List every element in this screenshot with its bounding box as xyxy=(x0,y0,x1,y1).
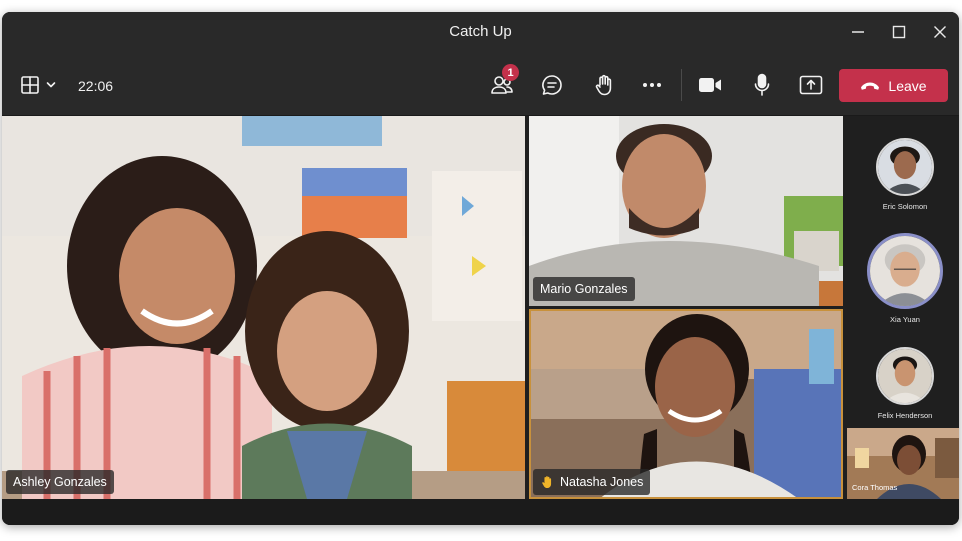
close-button[interactable] xyxy=(926,18,954,46)
microphone-icon xyxy=(754,73,770,96)
sidebar-video-tile[interactable]: Cora Thomas xyxy=(847,428,959,499)
more-options-button[interactable] xyxy=(636,70,668,100)
avatar-photo xyxy=(878,140,932,194)
maximize-button[interactable] xyxy=(885,18,913,46)
close-icon xyxy=(934,26,946,38)
minimize-icon xyxy=(852,31,864,33)
participant-name-tag: Mario Gonzales xyxy=(533,277,635,301)
participant-name: Ashley Gonzales xyxy=(13,475,107,489)
share-screen-icon xyxy=(799,75,823,95)
raise-hand-icon xyxy=(595,74,612,96)
video-tile-main[interactable]: Ashley Gonzales xyxy=(2,116,525,499)
window-title: Catch Up xyxy=(449,23,512,40)
avatar xyxy=(876,347,934,405)
layout-button[interactable] xyxy=(18,70,58,100)
video-stage: Ashley Gonzales Mario Gonzales Natasha J… xyxy=(2,116,959,499)
participants-button[interactable]: 1 xyxy=(486,64,519,100)
minimize-button[interactable] xyxy=(844,18,872,46)
toolbar-divider xyxy=(681,69,682,101)
avatar-photo xyxy=(870,236,940,306)
share-screen-button[interactable] xyxy=(795,70,827,100)
sidebar-participant-name: Xia Yuan xyxy=(890,315,920,324)
sidebar-participant-name: Eric Solomon xyxy=(882,202,928,211)
participant-name: Mario Gonzales xyxy=(540,282,628,296)
teams-meeting-window: Catch Up 22:06 1 Leave Ashley Gonzales M… xyxy=(2,12,959,525)
sidebar-participant-name: Felix Henderson xyxy=(877,411,933,420)
participant-video-main xyxy=(2,116,525,499)
video-tile-bottom-right[interactable]: Natasha Jones xyxy=(529,309,843,499)
participants-badge: 1 xyxy=(502,64,519,81)
more-icon xyxy=(643,83,661,87)
chat-icon xyxy=(542,75,562,95)
camera-icon xyxy=(699,78,721,92)
maximize-icon xyxy=(892,25,906,39)
avatar xyxy=(876,138,934,196)
sidebar-participant[interactable]: Felix Henderson xyxy=(850,347,959,420)
leave-button[interactable]: Leave xyxy=(839,69,948,102)
grid-layout-icon xyxy=(21,76,39,94)
sidebar-participant-name: Cora Thomas xyxy=(852,483,898,492)
avatar xyxy=(867,233,943,309)
title-bar: Catch Up xyxy=(2,12,959,52)
meeting-timer: 22:06 xyxy=(78,78,114,94)
raised-hand-indicator-icon xyxy=(542,476,552,489)
participant-name-tag: Ashley Gonzales xyxy=(6,470,114,494)
camera-button[interactable] xyxy=(694,70,726,100)
sidebar-participant[interactable]: Eric Solomon xyxy=(850,138,959,211)
participant-name: Natasha Jones xyxy=(560,475,644,489)
phone-hangup-icon xyxy=(861,82,880,90)
window-bottom-bar xyxy=(2,499,959,525)
raise-hand-button[interactable] xyxy=(588,70,620,100)
participant-name-tag: Natasha Jones xyxy=(533,469,651,495)
avatar-photo xyxy=(878,349,932,403)
leave-label: Leave xyxy=(888,77,927,94)
chevron-down-icon xyxy=(46,82,56,88)
video-tile-top-right[interactable]: Mario Gonzales xyxy=(529,116,843,306)
sidebar-participant-speaking[interactable]: Xia Yuan xyxy=(850,233,959,324)
meeting-toolbar: 22:06 1 Leave xyxy=(2,52,959,116)
microphone-button[interactable] xyxy=(746,70,778,100)
chat-button[interactable] xyxy=(536,70,568,100)
